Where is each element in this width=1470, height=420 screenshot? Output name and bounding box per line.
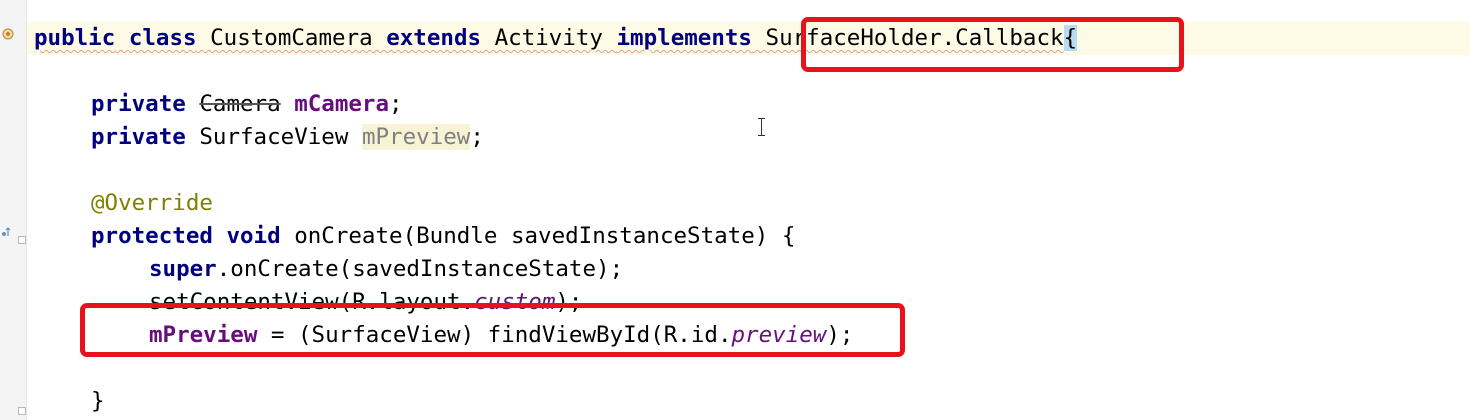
keyword-public: public xyxy=(34,25,116,51)
highlight-box-interface xyxy=(801,17,1184,72)
code-line-oncreate-signature: protected void onCreate(Bundle savedInst… xyxy=(91,220,795,253)
text-cursor-icon xyxy=(758,118,765,136)
superclass-name: Activity xyxy=(481,25,617,51)
keyword-class: class xyxy=(128,25,197,51)
highlight-box-findviewbyid xyxy=(80,303,905,357)
keyword-private: private xyxy=(91,124,186,150)
class-icon[interactable] xyxy=(2,28,14,40)
class-name: CustomCamera xyxy=(196,25,387,51)
close-brace: } xyxy=(91,388,105,414)
fold-marker-icon[interactable] xyxy=(18,407,26,415)
override-gutter-icon[interactable] xyxy=(1,226,11,242)
keyword-implements: implements xyxy=(616,25,752,51)
method-oncreate: onCreate(Bundle savedInstanceState) { xyxy=(280,223,796,249)
field-mpreview: mPreview xyxy=(361,124,471,150)
code-line-camera-field: private Camera mCamera; xyxy=(91,88,403,121)
keyword-private: private xyxy=(91,91,186,117)
keyword-super: super xyxy=(149,256,217,282)
code-line-close-brace: } xyxy=(91,385,105,418)
annotation-override: @Override xyxy=(91,190,213,216)
keyword-extends: extends xyxy=(386,25,482,51)
keyword-void: void xyxy=(226,223,281,249)
fold-marker-icon[interactable] xyxy=(18,236,26,244)
semicolon: ; xyxy=(389,91,403,117)
editor-gutter xyxy=(0,0,27,420)
keyword-protected: protected xyxy=(91,223,213,249)
code-line-preview-field: private SurfaceView mPreview; xyxy=(91,121,484,154)
field-mcamera: mCamera xyxy=(294,91,390,117)
code-line-override-annotation: @Override xyxy=(91,187,213,220)
semicolon: ; xyxy=(470,124,484,150)
type-surfaceview: SurfaceView xyxy=(185,124,362,150)
super-oncreate-call: .onCreate(savedInstanceState); xyxy=(216,256,624,282)
code-line-super-call: super.onCreate(savedInstanceState); xyxy=(149,253,623,286)
deprecated-type-camera: Camera xyxy=(199,91,281,117)
